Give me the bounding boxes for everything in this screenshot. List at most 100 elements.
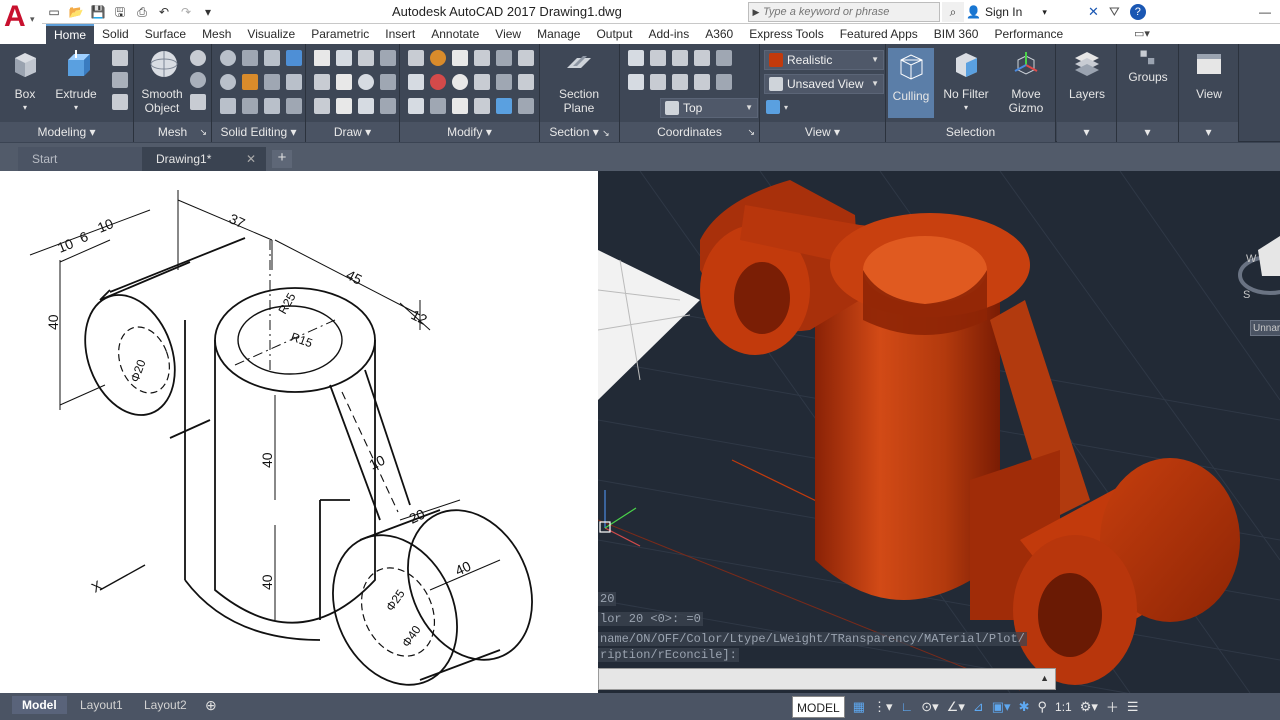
- panel-title-selection[interactable]: Selection: [886, 122, 1055, 142]
- search-box[interactable]: ▶: [748, 2, 940, 22]
- tab-parametric[interactable]: Parametric: [303, 24, 377, 44]
- hatch-icon[interactable]: [380, 74, 396, 90]
- smooth-object-button[interactable]: Smooth Object: [140, 48, 188, 115]
- rectangle-icon[interactable]: [336, 98, 352, 114]
- tab-bim-360[interactable]: BIM 360: [926, 24, 987, 44]
- workspace-gear-icon[interactable]: ⚙▾: [1080, 699, 1098, 715]
- tab-add-ins[interactable]: Add-ins: [641, 24, 698, 44]
- tab-start[interactable]: Start: [18, 147, 144, 171]
- array-icon[interactable]: [518, 74, 534, 90]
- sweep-icon[interactable]: [112, 72, 128, 88]
- a360-icon[interactable]: ⛛: [1109, 4, 1120, 20]
- 3d-align-icon[interactable]: [430, 74, 446, 90]
- panel-title-solid-editing[interactable]: Solid Editing ▾: [212, 122, 305, 142]
- loft-icon[interactable]: [112, 94, 128, 110]
- mirror-3d-icon[interactable]: [408, 98, 424, 114]
- osnap-3d-icon[interactable]: ▣▾: [992, 699, 1011, 715]
- tab-surface[interactable]: Surface: [137, 24, 194, 44]
- ortho-icon[interactable]: ∟: [901, 699, 914, 714]
- panel-title-modify[interactable]: Modify ▾: [400, 122, 539, 142]
- imprint-icon[interactable]: [286, 74, 302, 90]
- print-icon[interactable]: ⎙: [134, 4, 150, 20]
- tab-a360[interactable]: A360: [697, 24, 741, 44]
- mesh-smooth-more-icon[interactable]: [190, 72, 206, 88]
- minimize-icon[interactable]: —: [1250, 0, 1280, 24]
- grid-icon[interactable]: ▦: [853, 699, 865, 715]
- tab-output[interactable]: Output: [588, 24, 640, 44]
- thicken-icon[interactable]: [264, 74, 280, 90]
- open-icon[interactable]: 📂: [68, 4, 84, 20]
- offset-icon[interactable]: [430, 98, 446, 114]
- arc-icon[interactable]: [358, 50, 374, 66]
- ucs-icon[interactable]: [628, 50, 644, 66]
- helix-icon[interactable]: [380, 50, 396, 66]
- qat-dropdown-icon[interactable]: ▾: [200, 4, 216, 20]
- rotate-icon[interactable]: [452, 74, 468, 90]
- tab-annotate[interactable]: Annotate: [423, 24, 487, 44]
- mirror-icon[interactable]: [452, 98, 468, 114]
- groups-button[interactable]: Groups: [1125, 48, 1171, 84]
- close-tab-icon[interactable]: ✕: [246, 147, 256, 171]
- taper-faces-icon[interactable]: [286, 98, 302, 114]
- redo-icon[interactable]: ↷: [178, 4, 194, 20]
- panel-title-mesh[interactable]: Mesh ↘: [134, 122, 211, 142]
- ucs-named-icon[interactable]: [628, 74, 644, 90]
- binoculars-icon[interactable]: ⌕: [942, 2, 964, 22]
- layers-button[interactable]: Layers: [1065, 48, 1109, 101]
- mesh-sphere-icon[interactable]: [190, 50, 206, 66]
- tab-manage[interactable]: Manage: [529, 24, 588, 44]
- ribbon-options-icon[interactable]: ▭▾: [1134, 27, 1150, 40]
- panel-title-section[interactable]: Section ▾ ↘: [540, 122, 619, 142]
- region-icon[interactable]: [380, 98, 396, 114]
- panel-groups-expand[interactable]: ▾: [1117, 122, 1178, 142]
- customization-icon[interactable]: ☰: [1127, 699, 1139, 715]
- scale-icon[interactable]: [474, 98, 490, 114]
- command-input[interactable]: ▲: [598, 668, 1056, 690]
- slice-icon[interactable]: [242, 74, 258, 90]
- ellipse-icon[interactable]: [358, 74, 374, 90]
- no-filter-button[interactable]: No Filter ▾: [940, 48, 992, 115]
- undo-icon[interactable]: ↶: [156, 4, 172, 20]
- object-snap-icon[interactable]: ⊿: [973, 699, 984, 715]
- presspull-icon[interactable]: [112, 50, 128, 66]
- panel-view-2-expand[interactable]: ▾: [1179, 122, 1238, 142]
- ucs-z-icon[interactable]: [716, 50, 732, 66]
- layout-tab-layout2[interactable]: Layout2: [134, 696, 197, 714]
- new-icon[interactable]: ▭: [46, 4, 62, 20]
- tab-solid[interactable]: Solid: [94, 24, 137, 44]
- visual-style-dropdown[interactable]: Realistic ▼: [764, 50, 884, 70]
- annotation-scale[interactable]: 1:1: [1055, 700, 1072, 714]
- erase-icon[interactable]: [474, 74, 490, 90]
- tab-mesh[interactable]: Mesh: [194, 24, 239, 44]
- stretch-icon[interactable]: [518, 50, 534, 66]
- panel-title-view[interactable]: View ▾: [760, 122, 885, 142]
- extrude-button[interactable]: Extrude ▾: [52, 48, 100, 115]
- rotate-3d-icon[interactable]: [430, 50, 446, 66]
- mesh-refine-icon[interactable]: [190, 94, 206, 110]
- point-icon[interactable]: [358, 98, 374, 114]
- ucs-3point-icon[interactable]: [672, 74, 688, 90]
- panel-layers-expand[interactable]: ▾: [1057, 122, 1116, 142]
- annotation-visibility-icon[interactable]: ✱: [1019, 699, 1030, 715]
- culling-button[interactable]: Culling: [888, 48, 934, 118]
- line-icon[interactable]: [336, 74, 352, 90]
- fillet-icon[interactable]: [496, 74, 512, 90]
- properties-icon[interactable]: [496, 98, 512, 114]
- union-icon[interactable]: [220, 50, 236, 66]
- panel-title-coordinates[interactable]: Coordinates ↘: [620, 122, 759, 142]
- viewport-config-button[interactable]: ▾: [766, 100, 788, 114]
- tab-insert[interactable]: Insert: [377, 24, 423, 44]
- move-tool-icon[interactable]: [408, 50, 424, 66]
- polar-icon[interactable]: ⊙▾: [921, 699, 938, 715]
- view-button[interactable]: View: [1187, 48, 1231, 101]
- box-button[interactable]: Box ▾: [6, 48, 44, 115]
- view-select-dropdown[interactable]: Top ▼: [660, 98, 758, 118]
- tab-express-tools[interactable]: Express Tools: [741, 24, 831, 44]
- interfere-icon[interactable]: [220, 74, 236, 90]
- ucs-unnamed-dropdown[interactable]: Unnar: [1250, 320, 1280, 336]
- tab-featured-apps[interactable]: Featured Apps: [832, 24, 926, 44]
- ucs-origin-icon[interactable]: [650, 74, 666, 90]
- circle-tool-icon[interactable]: [336, 50, 352, 66]
- ucs-y-icon[interactable]: [694, 50, 710, 66]
- ucs-view-icon[interactable]: [694, 74, 710, 90]
